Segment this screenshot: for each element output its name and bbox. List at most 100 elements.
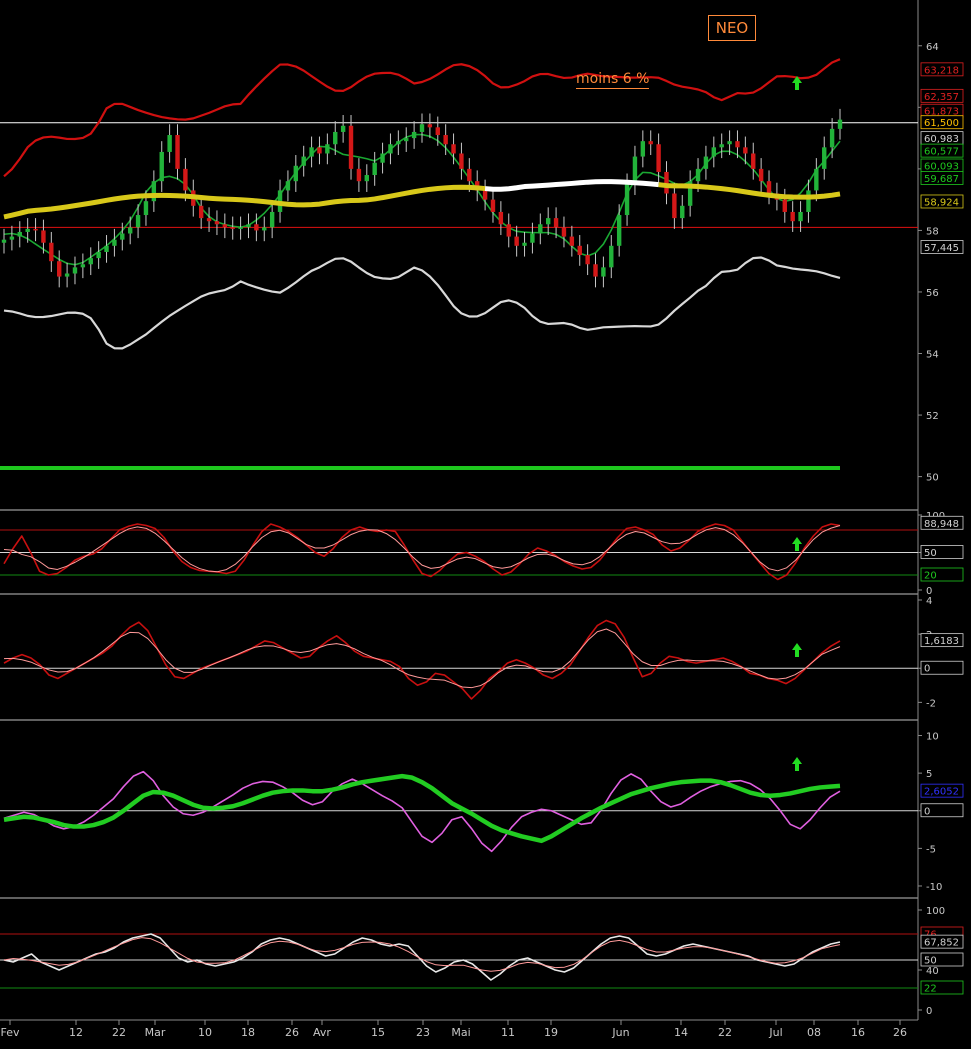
candle-body — [104, 245, 109, 252]
candle-body — [593, 264, 598, 277]
value-badge-text: 57,445 — [924, 243, 959, 254]
candle-body — [577, 245, 582, 256]
y-tick-label: 52 — [926, 411, 939, 422]
candle-body — [790, 211, 795, 222]
candle-body — [814, 168, 819, 191]
x-tick-label: 22 — [112, 1026, 126, 1039]
candle-body — [380, 153, 385, 163]
candle-body — [143, 201, 149, 216]
candle-body — [364, 175, 369, 182]
x-tick-label: 26 — [285, 1026, 299, 1039]
y-tick-label: 5 — [926, 769, 932, 780]
y-tick-label: 54 — [926, 350, 939, 361]
chart-area[interactable]: Fev 12 22 Mar 10 18 26 Avr 15 23 Mai 11 19 Jun 14 22 Jul… — [0, 0, 971, 1045]
candle-body — [735, 141, 740, 148]
value-badge: 1,6183 — [920, 633, 964, 647]
candle-body — [695, 168, 701, 182]
candle-body — [585, 255, 590, 265]
candle-body — [782, 199, 787, 212]
candle-body — [727, 141, 732, 145]
value-badge-text: 0 — [924, 806, 930, 817]
candle-body — [680, 205, 685, 219]
y-tick-label: 10 — [926, 732, 939, 743]
value-badge: 20 — [920, 567, 964, 582]
candle-body — [751, 153, 756, 169]
y-tick-label: 58 — [926, 226, 939, 237]
x-tick-label: 22 — [718, 1026, 732, 1039]
value-badge: 0 — [920, 660, 964, 675]
value-badge: 59,687 — [920, 171, 964, 185]
candle-body — [372, 162, 377, 176]
y-tick-label: 0 — [926, 1006, 932, 1017]
candle-body — [25, 228, 30, 232]
value-badge-text: 62,357 — [924, 92, 959, 103]
candle-body — [609, 245, 614, 268]
candle-body — [498, 211, 504, 225]
x-tick-label: Mar — [145, 1026, 166, 1039]
value-badge: 62,357 — [920, 88, 964, 103]
candle-body — [222, 224, 228, 228]
candle-body — [522, 242, 527, 246]
candle-body — [396, 141, 401, 145]
candle-body — [88, 258, 93, 265]
y-tick-label: 64 — [926, 42, 939, 53]
candle-body — [545, 218, 551, 225]
candle-body — [419, 124, 425, 132]
candle-body — [656, 144, 661, 172]
value-badge-text: 88,948 — [924, 519, 959, 530]
candle-body — [640, 141, 646, 157]
candle-body — [743, 147, 748, 154]
candle-body — [459, 153, 464, 169]
candle-body — [246, 224, 251, 228]
value-badge: 61,500 — [920, 115, 964, 129]
candle-body — [64, 273, 70, 277]
x-tick-label: Avr — [313, 1026, 331, 1039]
x-tick-label: Jun — [611, 1026, 629, 1039]
candle-body — [317, 147, 322, 154]
chart-svg[interactable]: Fev 12 22 Mar 10 18 26 Avr 15 23 Mai 11 19 Jun 14 22 Jul… — [0, 0, 971, 1045]
candle-body — [569, 236, 575, 246]
y-tick-label: 40 — [926, 966, 939, 977]
candle-body — [340, 125, 346, 132]
candle-body — [490, 199, 496, 212]
candle-body — [467, 168, 472, 182]
x-tick-label: 14 — [674, 1026, 688, 1039]
value-badge-text: 50 — [924, 548, 937, 559]
candle-body — [238, 227, 243, 229]
y-tick-label: -5 — [926, 844, 936, 855]
x-tick-label: 26 — [893, 1026, 907, 1039]
candle-body — [325, 144, 330, 154]
value-badge-text: 60,093 — [924, 162, 959, 173]
x-tick-label: Fev — [0, 1026, 19, 1039]
candle-body — [151, 181, 157, 202]
candle-body — [624, 184, 630, 216]
candle-body — [214, 221, 220, 225]
value-badge: 88,948 — [920, 515, 964, 530]
x-tick-label: 23 — [416, 1026, 430, 1039]
value-badge-text: 2,6052 — [924, 787, 959, 798]
x-tick-label: 15 — [371, 1026, 385, 1039]
candle-body — [1, 239, 7, 243]
value-badge-text: 58,924 — [924, 197, 959, 208]
candle-body — [198, 205, 204, 219]
candle-body — [9, 236, 15, 240]
value-badge-text: 59,687 — [924, 174, 959, 185]
x-tick-label: 10 — [198, 1026, 212, 1039]
candle-body — [672, 193, 677, 219]
y-tick-label: 4 — [926, 596, 932, 607]
candle-body — [80, 264, 86, 268]
value-badge: 57,445 — [920, 240, 964, 254]
x-tick-label: 19 — [544, 1026, 558, 1039]
y-tick-label: 50 — [926, 473, 939, 484]
x-tick-label: 11 — [501, 1026, 515, 1039]
x-tick-label: 12 — [69, 1026, 83, 1039]
candle-body — [159, 151, 164, 182]
candle-body — [561, 227, 567, 237]
value-badge: 22 — [920, 980, 964, 995]
y-tick-label: -2 — [926, 698, 936, 709]
candle-body — [837, 119, 843, 129]
value-badge-text: 50 — [924, 956, 937, 967]
value-badge: 50 — [920, 545, 964, 559]
y-tick-label: 100 — [926, 906, 945, 917]
candle-body — [806, 190, 811, 212]
